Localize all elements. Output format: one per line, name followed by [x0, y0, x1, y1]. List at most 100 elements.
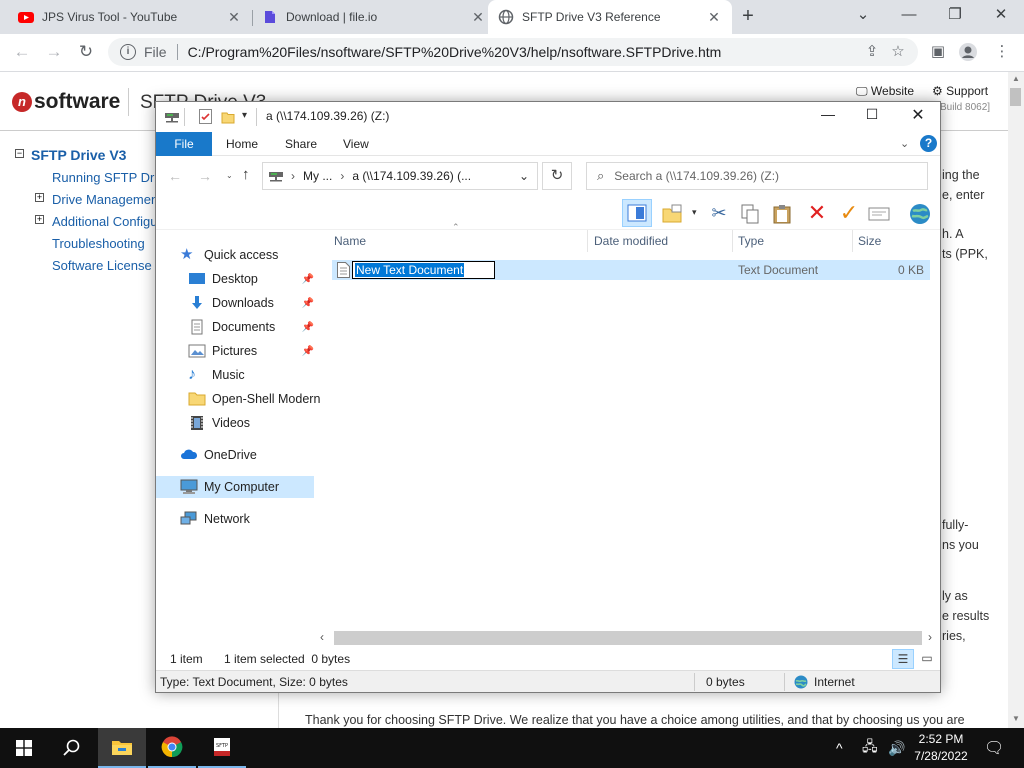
expand-icon[interactable]: + — [35, 215, 44, 224]
notifications-icon[interactable]: 🗨 — [984, 728, 1004, 768]
rename-check-icon[interactable]: ✓ — [836, 201, 862, 225]
nav-my-computer[interactable]: My Computer — [156, 476, 314, 498]
nav-pictures[interactable]: Pictures 📌 — [156, 340, 314, 362]
tab-fileio[interactable]: Download | file.io ✕ — [252, 0, 496, 34]
explorer-close-button[interactable]: ✕ — [898, 105, 938, 125]
explorer-search-box[interactable]: ⌕ Search a (\\174.109.39.26) (Z:) — [586, 162, 928, 190]
tab-youtube[interactable]: JPS Virus Tool - YouTube ✕ — [8, 0, 252, 34]
paste-icon[interactable] — [772, 204, 792, 224]
tab-sftp-reference[interactable]: SFTP Drive V3 Reference ✕ — [488, 0, 732, 34]
column-divider[interactable] — [852, 230, 853, 252]
preview-pane-button[interactable] — [622, 199, 652, 227]
breadcrumb-my-computer[interactable]: My ... — [303, 169, 332, 183]
side-panel-icon[interactable]: ▣ — [926, 40, 950, 64]
details-view-icon[interactable]: ☰ — [892, 649, 914, 669]
column-divider[interactable] — [732, 230, 733, 252]
nav-quick-access[interactable]: ★ Quick access — [156, 244, 314, 266]
properties-icon[interactable] — [199, 109, 212, 124]
file-row[interactable]: New Text Document Text Document 0 KB — [332, 260, 930, 280]
column-header-date-modified[interactable]: Date modified — [594, 230, 668, 252]
tray-chevron-icon[interactable]: ^ — [836, 728, 843, 768]
explorer-minimize-button[interactable]: — — [808, 106, 848, 122]
new-tab-button[interactable]: + — [736, 5, 760, 29]
close-tab-icon[interactable]: ✕ — [470, 9, 486, 26]
network-status-icon[interactable]: 🖧 — [862, 728, 878, 768]
breadcrumb-drive[interactable]: a (\\174.109.39.26) (... — [352, 169, 471, 183]
folder-options-dropdown-icon[interactable]: ▾ — [692, 207, 697, 218]
nav-music[interactable]: ♪ Music — [156, 364, 314, 386]
taskbar-file-explorer[interactable] — [98, 728, 146, 768]
support-link[interactable]: ⚙ Support — [932, 84, 988, 98]
chrome-menu-icon[interactable]: ⋮ — [990, 40, 1014, 64]
explorer-maximize-button[interactable]: ☐ — [852, 106, 892, 123]
nav-network[interactable]: Network — [156, 508, 314, 530]
cut-icon[interactable]: ✂ — [706, 201, 732, 225]
nav-onedrive[interactable]: OneDrive — [156, 444, 314, 466]
scroll-left-icon[interactable]: ‹ — [320, 630, 324, 644]
nav-documents[interactable]: Documents 📌 — [156, 316, 314, 338]
qat-dropdown-icon[interactable]: ▾ — [242, 110, 247, 121]
copy-icon[interactable] — [740, 204, 760, 224]
explorer-address-bar[interactable]: › My ... › a (\\174.109.39.26) (... ⌄ — [262, 162, 538, 190]
horizontal-scrollbar-thumb[interactable] — [334, 631, 922, 645]
column-divider[interactable] — [587, 230, 588, 252]
help-icon[interactable]: ? — [920, 135, 937, 152]
scroll-up-icon[interactable]: ▲ — [1012, 74, 1020, 83]
volume-icon[interactable]: 🔊 — [888, 728, 905, 768]
page-scrollbar-thumb[interactable] — [1010, 88, 1021, 106]
globe-icon[interactable] — [908, 203, 932, 225]
nav-openshell[interactable]: Open-Shell Modern — [156, 388, 326, 410]
tab-search-chevron-icon[interactable]: ⌄ — [840, 0, 886, 34]
nav-desktop[interactable]: Desktop 📌 — [156, 268, 314, 290]
ribbon-tab-view[interactable]: View — [343, 132, 369, 156]
share-icon[interactable]: ⇪ — [860, 40, 884, 64]
pin-icon[interactable]: 📌 — [302, 274, 314, 285]
close-tab-icon[interactable]: ✕ — [226, 9, 242, 26]
refresh-button[interactable]: ↻ — [542, 162, 572, 190]
ribbon-expand-chevron-icon[interactable]: ⌄ — [900, 137, 909, 150]
large-icons-view-icon[interactable]: ▭ — [916, 649, 938, 669]
restore-button[interactable]: ❐ — [932, 0, 978, 34]
taskbar-clock[interactable]: 2:52 PM 7/28/2022 — [908, 731, 974, 765]
folder-options-icon[interactable] — [662, 204, 682, 224]
reload-icon[interactable]: ↻ — [72, 38, 100, 66]
new-folder-icon[interactable] — [221, 110, 235, 124]
tree-item-troubleshooting[interactable]: Troubleshooting — [52, 236, 145, 251]
ribbon-tab-file[interactable]: File — [156, 132, 212, 156]
ribbon-tab-share[interactable]: Share — [285, 132, 317, 156]
back-arrow-icon[interactable]: ← — [168, 168, 182, 184]
tree-item-running[interactable]: Running SFTP Drive — [52, 170, 156, 185]
address-dropdown-icon[interactable]: ⌄ — [519, 169, 529, 183]
column-header-type[interactable]: Type — [738, 230, 764, 252]
page-scrollbar[interactable] — [1008, 72, 1024, 728]
profile-avatar-icon[interactable] — [956, 40, 980, 64]
ribbon-tab-home[interactable]: Home — [226, 132, 258, 156]
minimize-button[interactable]: — — [886, 0, 932, 34]
forward-arrow-icon[interactable]: → — [198, 168, 212, 184]
pin-icon[interactable]: 📌 — [302, 322, 314, 333]
tree-root[interactable]: SFTP Drive V3 — [31, 147, 126, 163]
url-text[interactable]: C:/Program%20Files/nsoftware/SFTP%20Driv… — [188, 44, 722, 60]
properties-card-icon[interactable] — [868, 205, 890, 223]
website-link[interactable]: 🖵 Website — [856, 84, 914, 99]
scroll-down-icon[interactable]: ▼ — [1012, 714, 1020, 723]
close-window-button[interactable]: ✕ — [978, 0, 1024, 34]
column-header-size[interactable]: Size — [858, 230, 881, 252]
explorer-title-bar[interactable]: ▾ a (\\174.109.39.26) (Z:) — ☐ ✕ — [156, 102, 940, 132]
forward-arrow-icon[interactable]: → — [40, 38, 68, 66]
delete-icon[interactable]: ✕ — [804, 201, 830, 225]
recent-locations-chevron-icon[interactable]: ⌄ — [226, 171, 233, 180]
search-button[interactable] — [48, 728, 96, 768]
taskbar-sftp-drive[interactable]: SFTP — [198, 728, 246, 768]
nav-downloads[interactable]: Downloads 📌 — [156, 292, 314, 314]
expand-icon[interactable]: + — [35, 193, 44, 202]
scroll-right-icon[interactable]: › — [928, 630, 932, 644]
tree-item-drive-management[interactable]: Drive Management — [52, 192, 156, 207]
address-bar[interactable]: i File C:/Program%20Files/nsoftware/SFTP… — [108, 38, 918, 66]
up-arrow-icon[interactable]: ↑ — [242, 166, 250, 183]
tree-item-additional-configuration[interactable]: Additional Configuration — [52, 214, 156, 229]
pin-icon[interactable]: 📌 — [302, 346, 314, 357]
nsoftware-logo[interactable]: n software — [12, 90, 120, 114]
tree-item-software-license[interactable]: Software License — [52, 258, 152, 273]
nav-videos[interactable]: Videos — [156, 412, 314, 434]
